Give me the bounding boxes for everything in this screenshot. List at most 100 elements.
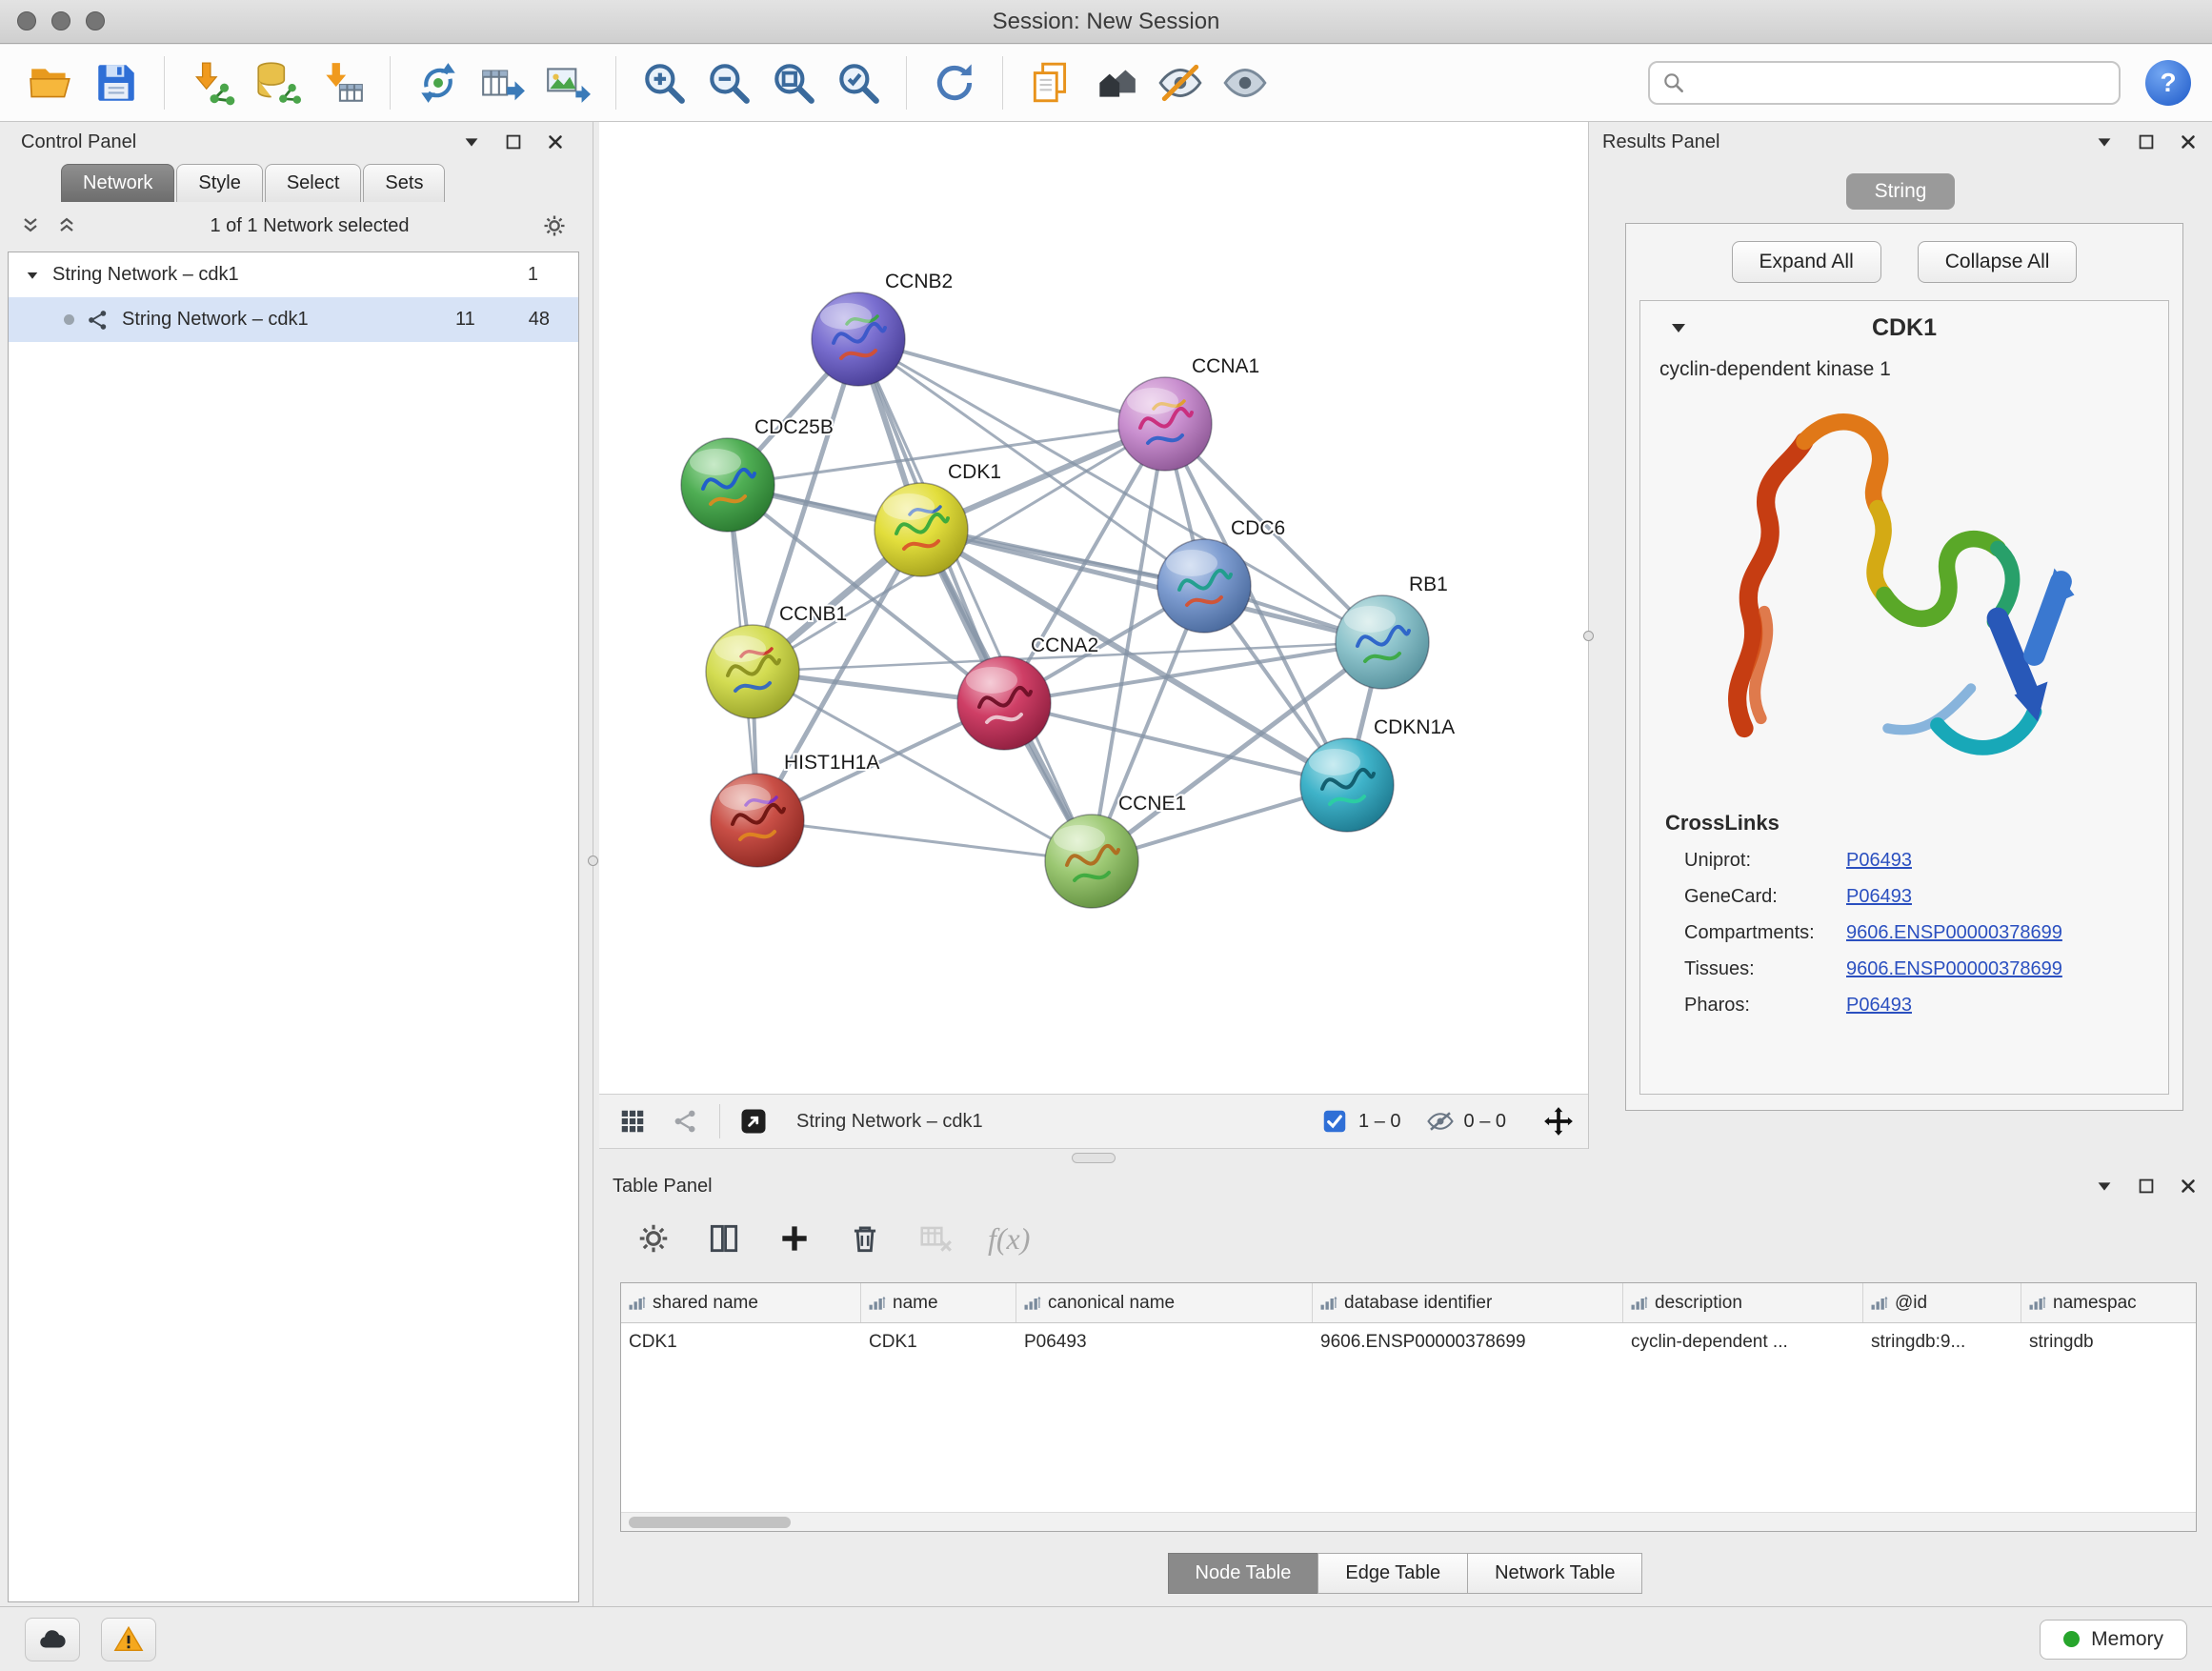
network-node-CCNB2[interactable]: CCNB2	[812, 271, 953, 386]
panel-close-icon[interactable]	[2178, 1176, 2199, 1197]
cloud-status-button[interactable]	[25, 1618, 80, 1661]
splitter-handle[interactable]	[1072, 1153, 1116, 1163]
network-view[interactable]: CCNB2CCNA1CDC25BCDK1CDC6RB1CCNB1CCNA2CDK…	[599, 122, 1588, 1094]
column-header[interactable]: shared name	[621, 1283, 861, 1322]
panel-menu-icon[interactable]	[461, 131, 482, 152]
copy-document-button[interactable]	[1020, 51, 1081, 114]
node-label: CCNB2	[885, 271, 953, 292]
minimize-window-button[interactable]	[51, 11, 70, 30]
tab-sets[interactable]: Sets	[363, 164, 445, 202]
save-session-button[interactable]	[86, 51, 147, 114]
export-image-icon	[544, 59, 592, 107]
grid-view-button[interactable]	[613, 1101, 653, 1141]
hidden-eye-slash-icon[interactable]	[1426, 1107, 1455, 1136]
zoom-selected-button[interactable]	[828, 51, 889, 114]
collapse-all-button[interactable]: Collapse All	[1918, 241, 2078, 283]
column-header[interactable]: @id	[1863, 1283, 2021, 1322]
network-node-HIST1H1A[interactable]: HIST1H1A	[711, 752, 879, 867]
crosslink-link[interactable]: 9606.ENSP00000378699	[1846, 922, 2062, 944]
show-all-button[interactable]	[1215, 51, 1276, 114]
column-header[interactable]: database identifier	[1313, 1283, 1623, 1322]
share-network-button[interactable]	[666, 1101, 706, 1141]
help-button[interactable]: ?	[2145, 60, 2191, 106]
first-neighbors-button[interactable]	[1085, 51, 1146, 114]
network-node-CDKN1A[interactable]: CDKN1A	[1300, 716, 1455, 832]
node-label: CDKN1A	[1374, 716, 1455, 738]
disclosure-triangle-icon[interactable]	[24, 267, 41, 284]
options-gear-icon[interactable]	[541, 212, 568, 239]
string-tab-badge[interactable]: String	[1846, 173, 1956, 210]
function-builder-button[interactable]: f(x)	[988, 1221, 1030, 1257]
tab-select[interactable]: Select	[265, 164, 362, 202]
section-collapse-icon[interactable]	[1667, 316, 1690, 339]
panel-menu-icon[interactable]	[2094, 1176, 2115, 1197]
network-collection-row[interactable]: String Network – cdk1 1	[9, 252, 578, 297]
crosslink-row: Compartments:9606.ENSP00000378699	[1665, 922, 2168, 944]
left-splitter-handle[interactable]	[588, 856, 598, 866]
memory-button[interactable]: Memory	[2040, 1620, 2187, 1660]
tab-network[interactable]: Network	[61, 164, 174, 202]
add-column-icon[interactable]	[776, 1220, 813, 1257]
apply-layout-button[interactable]	[924, 51, 985, 114]
tab-node-table[interactable]: Node Table	[1168, 1553, 1319, 1594]
network-label: String Network – cdk1	[122, 309, 309, 331]
table-cell: 9606.ENSP00000378699	[1313, 1323, 1623, 1361]
zoom-out-button[interactable]	[698, 51, 759, 114]
hidden-count: 0 – 0	[1464, 1111, 1506, 1133]
search-input[interactable]	[1694, 72, 2107, 94]
network-node-CDK1[interactable]: CDK1	[875, 461, 1001, 576]
import-table-icon	[318, 59, 366, 107]
manage-columns-icon[interactable]	[706, 1220, 742, 1257]
tab-style[interactable]: Style	[176, 164, 262, 202]
network-row-selected[interactable]: String Network – cdk1 11 48	[9, 297, 578, 342]
crosslink-link[interactable]: 9606.ENSP00000378699	[1846, 958, 2062, 980]
protein-section-header[interactable]: CDK1	[1640, 301, 2168, 354]
open-in-window-button[interactable]	[734, 1101, 774, 1141]
network-node-CCNA1[interactable]: CCNA1	[1118, 355, 1259, 471]
panel-close-icon[interactable]	[545, 131, 566, 152]
clone-network-button[interactable]	[408, 51, 469, 114]
table-settings-gear-icon[interactable]	[635, 1220, 672, 1257]
panel-float-icon[interactable]	[503, 131, 524, 152]
open-session-button[interactable]	[21, 51, 82, 114]
network-node-RB1[interactable]: RB1	[1336, 574, 1448, 689]
import-network-file-button[interactable]	[182, 51, 243, 114]
column-header[interactable]: name	[861, 1283, 1016, 1322]
zoom-fit-button[interactable]	[763, 51, 824, 114]
grid-icon	[618, 1107, 647, 1136]
import-table-button[interactable]	[312, 51, 372, 114]
network-canvas-svg[interactable]: CCNB2CCNA1CDC25BCDK1CDC6RB1CCNB1CCNA2CDK…	[599, 122, 1588, 1094]
column-header[interactable]: namespac	[2021, 1283, 2197, 1322]
export-table-button[interactable]	[473, 51, 533, 114]
selected-checkbox-icon[interactable]	[1320, 1107, 1349, 1136]
import-network-database-button[interactable]	[247, 51, 308, 114]
table-panel-header: Table Panel	[599, 1168, 2212, 1204]
expand-all-icon[interactable]	[55, 214, 78, 237]
scrollbar-thumb[interactable]	[629, 1517, 791, 1528]
clone-network-icon	[414, 59, 462, 107]
panel-menu-icon[interactable]	[2094, 131, 2115, 152]
zoom-in-button[interactable]	[633, 51, 694, 114]
export-image-button[interactable]	[537, 51, 598, 114]
table-row[interactable]: CDK1CDK1P064939606.ENSP00000378699cyclin…	[621, 1323, 2196, 1361]
close-window-button[interactable]	[17, 11, 36, 30]
maximize-window-button[interactable]	[86, 11, 105, 30]
pan-move-icon[interactable]	[1542, 1105, 1575, 1137]
panel-close-icon[interactable]	[2178, 131, 2199, 152]
horizontal-scrollbar[interactable]	[621, 1512, 2196, 1531]
panel-float-icon[interactable]	[2136, 131, 2157, 152]
panel-float-icon[interactable]	[2136, 1176, 2157, 1197]
hide-selected-button[interactable]	[1150, 51, 1211, 114]
collapse-all-icon[interactable]	[19, 214, 42, 237]
column-header[interactable]: description	[1623, 1283, 1863, 1322]
column-header[interactable]: canonical name	[1016, 1283, 1313, 1322]
tab-network-table[interactable]: Network Table	[1467, 1553, 1642, 1594]
tab-edge-table[interactable]: Edge Table	[1317, 1553, 1468, 1594]
crosslink-link[interactable]: P06493	[1846, 886, 1912, 908]
horizontal-splitter[interactable]	[599, 1150, 1588, 1167]
crosslink-link[interactable]: P06493	[1846, 850, 1912, 872]
expand-all-button[interactable]: Expand All	[1732, 241, 1881, 283]
warnings-button[interactable]	[101, 1618, 156, 1661]
delete-icon[interactable]	[847, 1220, 883, 1257]
crosslink-link[interactable]: P06493	[1846, 995, 1912, 1017]
